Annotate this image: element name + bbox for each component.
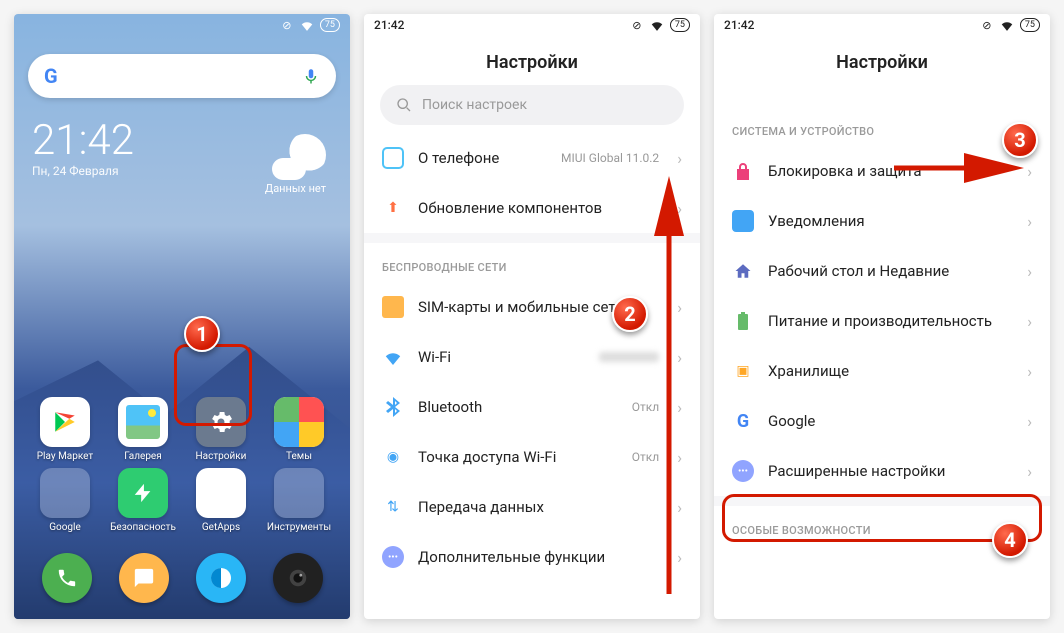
battery-indicator: 75	[320, 18, 340, 32]
chevron-right-icon: ›	[1027, 362, 1032, 381]
wifi-icon	[650, 19, 664, 31]
page-title: Настройки	[364, 36, 700, 85]
phone-icon	[382, 147, 404, 169]
chevron-right-icon: ›	[1027, 262, 1032, 281]
status-bar: 21:42 ⊘ 75	[364, 14, 700, 36]
row-storage[interactable]: ▣ Хранилище ›	[714, 346, 1050, 396]
app-security[interactable]: Безопасность	[106, 468, 180, 533]
sim-icon	[382, 296, 404, 318]
folder-google[interactable]: Google	[28, 468, 102, 533]
status-time: 21:42	[724, 18, 754, 32]
row-advanced-settings[interactable]: ••• Расширенные настройки ›	[714, 446, 1050, 496]
weather-text: Данных нет	[265, 182, 326, 195]
arrow-left-3	[884, 156, 1024, 184]
search-icon	[396, 97, 412, 113]
row-desktop[interactable]: Рабочий стол и Недавние ›	[714, 246, 1050, 296]
dock-messages[interactable]	[119, 553, 169, 603]
arrow-up	[654, 194, 684, 598]
row-data-usage[interactable]: ⇅ Передача данных ›	[364, 482, 700, 532]
phone-home-screen: ⊘ 75 G 21:42 Пн, 24 Февраля Данных нет P…	[14, 14, 350, 619]
row-more[interactable]: ••• Дополнительные функции ›	[364, 532, 700, 582]
weather-widget[interactable]: Данных нет	[265, 134, 326, 195]
folder-tools[interactable]: Инструменты	[262, 468, 336, 533]
row-notifications[interactable]: Уведомления ›	[714, 196, 1050, 246]
battery-indicator: 75	[670, 18, 690, 32]
search-placeholder: Поиск настроек	[422, 97, 527, 113]
wifi-icon	[382, 346, 404, 368]
google-search-bar[interactable]: G	[28, 54, 336, 98]
phone-settings-system: 21:42 ⊘ 75 Настройки СИСТЕМА И УСТРОЙСТВ…	[714, 14, 1050, 619]
storage-icon: ▣	[732, 360, 754, 382]
row-about-phone[interactable]: О телефоне MIUI Global 11.0.2 ›	[364, 133, 700, 183]
callout-4: 4	[992, 522, 1028, 558]
app-gallery[interactable]: Галерея	[106, 397, 180, 462]
app-settings[interactable]: Настройки	[184, 397, 258, 462]
callout-2: 2	[612, 296, 648, 332]
wifi-icon	[1000, 19, 1014, 31]
row-update[interactable]: ⬆ Обновление компонентов ›	[364, 183, 700, 233]
row-power[interactable]: Питание и производительность ›	[714, 296, 1050, 346]
google-logo: G	[44, 64, 58, 88]
app-themes[interactable]: Темы	[262, 397, 336, 462]
chevron-right-icon: ›	[1027, 162, 1032, 181]
home-icon	[732, 260, 754, 282]
row-google[interactable]: G Google ›	[714, 396, 1050, 446]
lock-icon	[732, 160, 754, 182]
row-hotspot[interactable]: ◉ Точка доступа Wi-Fi Откл ›	[364, 432, 700, 482]
google-icon: G	[732, 410, 754, 432]
battery-icon	[732, 310, 754, 332]
row-wifi[interactable]: Wi-Fi ›	[364, 332, 700, 382]
row-sim[interactable]: SIM-карты и мобильные сети ›	[364, 282, 700, 332]
chevron-right-icon: ›	[1027, 312, 1032, 331]
dock	[14, 541, 350, 619]
dock-camera[interactable]	[273, 553, 323, 603]
status-time: 21:42	[374, 18, 404, 32]
chevron-right-icon: ›	[1027, 462, 1032, 481]
hotspot-icon: ◉	[382, 446, 404, 468]
section-system: СИСТЕМА И УСТРОЙСТВО	[714, 85, 1050, 146]
page-title: Настройки	[714, 36, 1050, 85]
row-bluetooth[interactable]: Bluetooth Откл ›	[364, 382, 700, 432]
section-wireless: БЕСПРОВОДНЫЕ СЕТИ	[364, 243, 700, 282]
more-icon: •••	[382, 546, 404, 568]
app-play-market[interactable]: Play Маркет	[28, 397, 102, 462]
dnd-icon: ⊘	[630, 19, 644, 31]
phone-settings-main: 21:42 ⊘ 75 Настройки Поиск настроек О те…	[364, 14, 700, 619]
chevron-right-icon: ›	[1027, 212, 1032, 231]
data-icon: ⇅	[382, 496, 404, 518]
battery-indicator: 75	[1020, 18, 1040, 32]
bluetooth-icon	[382, 396, 404, 418]
app-grid: Play Маркет Галерея Настройки Темы Googl…	[14, 397, 350, 541]
more-icon: •••	[732, 460, 754, 482]
chevron-right-icon: ›	[677, 149, 682, 168]
status-bar: 21:42 ⊘ 75	[714, 14, 1050, 36]
notification-icon	[732, 210, 754, 232]
mic-icon[interactable]	[302, 67, 320, 85]
wifi-icon	[300, 19, 314, 31]
update-icon: ⬆	[382, 197, 404, 219]
dock-phone[interactable]	[42, 553, 92, 603]
weather-icon	[284, 134, 326, 176]
dnd-icon: ⊘	[280, 19, 294, 31]
chevron-right-icon: ›	[1027, 412, 1032, 431]
settings-search[interactable]: Поиск настроек	[380, 85, 684, 125]
status-bar: ⊘ 75	[14, 14, 350, 36]
callout-3: 3	[1002, 122, 1038, 158]
app-getapps[interactable]: GetApps	[184, 468, 258, 533]
dnd-icon: ⊘	[980, 19, 994, 31]
dock-browser[interactable]	[196, 553, 246, 603]
callout-1: 1	[184, 316, 220, 352]
